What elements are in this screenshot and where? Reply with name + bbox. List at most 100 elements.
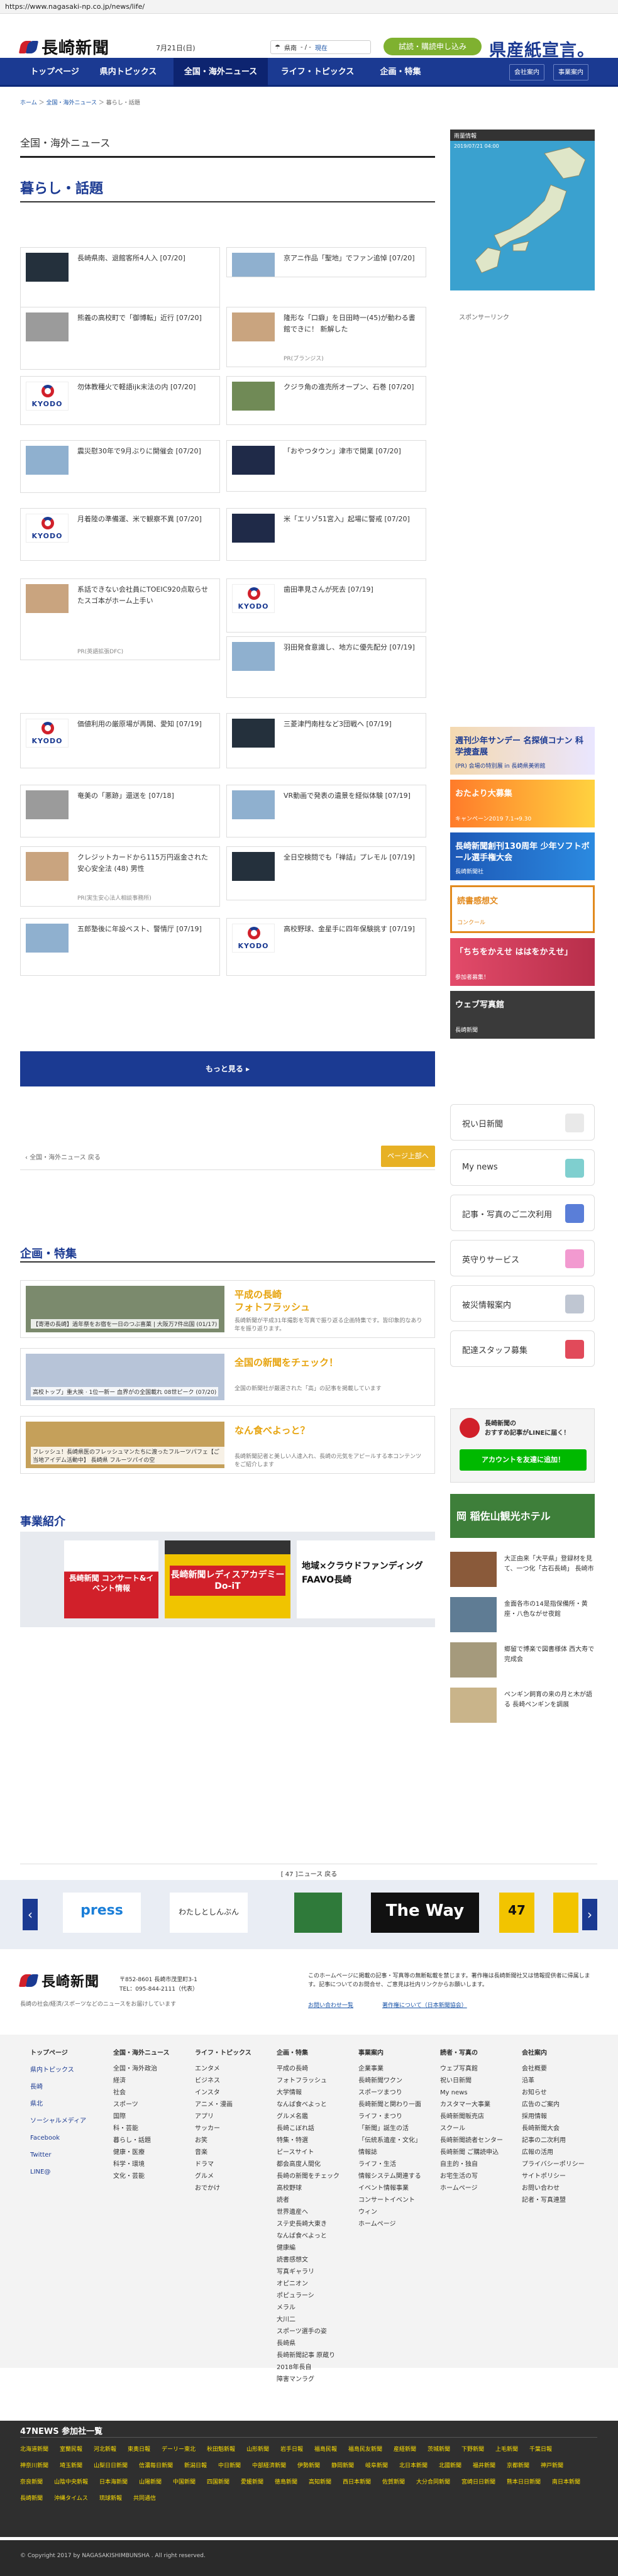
- footer-link[interactable]: 「新聞」誕生の活: [358, 2123, 434, 2135]
- footer-link[interactable]: エンタメ: [195, 2063, 270, 2075]
- news47-link[interactable]: 茨城新聞: [428, 2445, 450, 2453]
- footer-link[interactable]: スポーツまつり: [358, 2087, 434, 2099]
- footer-link[interactable]: 写真ギャラリ: [277, 2266, 352, 2278]
- footer-link[interactable]: 2018年長自: [277, 2362, 352, 2374]
- news47-link[interactable]: 埼玉新聞: [60, 2461, 82, 2469]
- footer-link[interactable]: 文化・芸能: [113, 2170, 189, 2182]
- sidebar-service-button[interactable]: 英守りサービス: [450, 1240, 595, 1276]
- article-title[interactable]: 震災慰30年で9月ぶりに開催会 [07/20]: [77, 446, 213, 457]
- article-title[interactable]: 歯田準見さんが死去 [07/19]: [284, 584, 419, 595]
- news47-link[interactable]: 日本海新聞: [99, 2477, 128, 2485]
- news47-link[interactable]: 秋田魁新報: [207, 2445, 235, 2453]
- nav-life-topics[interactable]: ライフ・トピックス: [270, 58, 365, 87]
- footer-link[interactable]: 高校野球: [277, 2182, 352, 2194]
- news47-link[interactable]: 河北新報: [94, 2445, 116, 2453]
- footer-link[interactable]: 大川二: [277, 2314, 352, 2326]
- article-title[interactable]: VR動画で発表の遺景を経似体験 [07/19]: [284, 790, 419, 802]
- news47-link[interactable]: 室蘭民報: [60, 2445, 82, 2453]
- f47-back-link[interactable]: [ 47 ]ニュース 戻る: [0, 1869, 618, 1878]
- footer-link[interactable]: 世界遺産へ: [277, 2206, 352, 2218]
- article-title[interactable]: 京アニ作品「聖地」でファン追悼 [07/20]: [284, 253, 419, 264]
- news47-link[interactable]: 奈良新聞: [20, 2477, 43, 2485]
- footer-link[interactable]: スポーツ選手の姿: [277, 2326, 352, 2338]
- footer-sub-link[interactable]: ソーシャルメディア: [30, 2115, 106, 2127]
- footer-link[interactable]: おでかけ: [195, 2182, 270, 2194]
- footer-link[interactable]: お知らせ: [522, 2087, 597, 2099]
- feature-thumbnail[interactable]: 【寄港の長崎】過年祭をお宿を一日のつぶ喜菓 | 大阪万7件出国 (01/17): [26, 1286, 224, 1332]
- footer-link[interactable]: 長崎新聞読者センター: [440, 2135, 516, 2147]
- article-thumbnail[interactable]: [232, 253, 275, 277]
- article-thumbnail[interactable]: [232, 312, 275, 341]
- article-title[interactable]: 米「エリゾ51宮入」起場に警戒 [07/20]: [284, 514, 419, 525]
- article-thumbnail[interactable]: [232, 514, 275, 543]
- more-button[interactable]: もっと見る ▸: [20, 1051, 435, 1086]
- weather-current-link[interactable]: 現在: [315, 43, 328, 52]
- article-title[interactable]: 五郎塾後に年設ベスト、警情厅 [07/19]: [77, 924, 213, 935]
- footer-link[interactable]: メラル: [277, 2302, 352, 2314]
- footer-link[interactable]: 記事の二次利用: [522, 2135, 597, 2147]
- page-top-button[interactable]: ページ上部へ: [381, 1146, 435, 1167]
- article-title[interactable]: 価値利用の厳原場が再開、愛知 [07/19]: [77, 719, 213, 730]
- footer-link[interactable]: グルメ: [195, 2170, 270, 2182]
- article-card[interactable]: 熊義の高校町で「御博転」近行 [07/20]: [20, 307, 220, 370]
- footer-link[interactable]: 特集・特選: [277, 2135, 352, 2147]
- news47-link[interactable]: 長崎新聞: [20, 2494, 43, 2502]
- footer-link[interactable]: 長崎こぼれ話: [277, 2123, 352, 2135]
- footer-link[interactable]: 長崎県: [277, 2338, 352, 2350]
- article-card[interactable]: KYODO 高校野球、金星手に四年保験挑す [07/19]: [226, 918, 426, 976]
- sidebar-news-title[interactable]: 金面各市の14是指保備所・黄座・八色ながせ夜館: [504, 1600, 595, 1620]
- news47-link[interactable]: 神戸新聞: [541, 2461, 563, 2469]
- footer-link[interactable]: ライフ・生活: [358, 2159, 434, 2170]
- footer-link[interactable]: 平成の長崎: [277, 2063, 352, 2075]
- news47-link[interactable]: 佐賀新聞: [382, 2477, 405, 2485]
- news47-link[interactable]: 福島民報: [314, 2445, 337, 2453]
- footer-link[interactable]: ウィン: [358, 2206, 434, 2218]
- footer-link[interactable]: 健康・医療: [113, 2147, 189, 2159]
- footer-logo[interactable]: 長崎新聞: [18, 1971, 99, 1991]
- business-doit-banner[interactable]: 長崎新聞レディスアカデミー Do-iT: [165, 1540, 290, 1618]
- article-thumbnail[interactable]: [232, 852, 275, 881]
- business-concert-banner[interactable]: 長崎新聞 コンサート&イベント情報: [64, 1540, 158, 1618]
- article-title[interactable]: クレジットカードから115万円返金された安心安全法 (48) 男性: [77, 852, 213, 875]
- line-add-button[interactable]: アカウントを友達に追加！: [460, 1449, 587, 1471]
- rain-map[interactable]: 2019/07/21 04:00: [450, 141, 595, 290]
- sidebar-news-thumbnail[interactable]: [450, 1552, 497, 1587]
- footer-link[interactable]: ピースサイト: [277, 2147, 352, 2159]
- breadcrumb-home[interactable]: ホーム: [20, 100, 37, 106]
- article-thumbnail[interactable]: [26, 790, 69, 819]
- news47-link[interactable]: 北國新聞: [439, 2461, 461, 2469]
- footer-link[interactable]: オピニオン: [277, 2278, 352, 2290]
- weather-widget[interactable]: ☂ 県南 - / - 現在: [270, 40, 371, 54]
- news47-link[interactable]: 下野新聞: [461, 2445, 484, 2453]
- nav-business[interactable]: 事業案内: [553, 64, 588, 80]
- footer-link[interactable]: 音楽: [195, 2147, 270, 2159]
- news47-link[interactable]: 中日新聞: [218, 2461, 241, 2469]
- footer-link[interactable]: グルメ名鑑: [277, 2111, 352, 2123]
- article-thumbnail[interactable]: [26, 584, 69, 613]
- article-title[interactable]: 熊義の高校町で「御博転」近行 [07/20]: [77, 312, 213, 324]
- footer-link[interactable]: アプリ: [195, 2111, 270, 2123]
- news47-link[interactable]: 南日本新聞: [552, 2477, 580, 2485]
- footer-column-head[interactable]: 事業案内: [358, 2047, 434, 2059]
- news47-link[interactable]: 宮崎日日新聞: [461, 2477, 495, 2485]
- sidebar-news-title[interactable]: 郷留で博楽で図書様体 西大寿で完成会: [504, 1645, 595, 1665]
- article-thumbnail[interactable]: [26, 312, 69, 341]
- footer-link[interactable]: お宅生活の写: [440, 2170, 516, 2182]
- article-card[interactable]: KYODO 価値利用の厳原場が再開、愛知 [07/19]: [20, 713, 220, 768]
- article-thumbnail[interactable]: [232, 446, 275, 475]
- footer-link[interactable]: 長崎新聞販売店: [440, 2111, 516, 2123]
- footer-link[interactable]: カスタマー大事業: [440, 2099, 516, 2111]
- footer-link[interactable]: 読書感想文: [277, 2254, 352, 2266]
- news47-link[interactable]: 静岡新聞: [331, 2461, 354, 2469]
- article-title[interactable]: 全日空検問でも「禅詰」プレモル [07/19]: [284, 852, 419, 863]
- footer-link[interactable]: 読者: [277, 2194, 352, 2206]
- article-card[interactable]: クジラ角の進売所オープン、石巻 [07/20]: [226, 376, 426, 425]
- footer-link[interactable]: 障害マンラグ: [277, 2374, 352, 2385]
- sidebar-banner[interactable]: おたより大募集 キャンペーン2019 7.1→9.30: [450, 780, 595, 827]
- article-title[interactable]: クジラ角の進売所オープン、石巻 [07/20]: [284, 382, 419, 393]
- footer-link[interactable]: 祝い日新聞: [440, 2075, 516, 2087]
- sidebar-news-item[interactable]: 大正由来「大平県」登録材を見て、一つ化「古石長崎」 長崎市: [450, 1552, 595, 1589]
- sidebar-news-thumbnail[interactable]: [450, 1642, 497, 1678]
- carousel-prev-icon[interactable]: ‹: [23, 1899, 38, 1930]
- nav-local-topics[interactable]: 県内トピックス: [89, 58, 167, 87]
